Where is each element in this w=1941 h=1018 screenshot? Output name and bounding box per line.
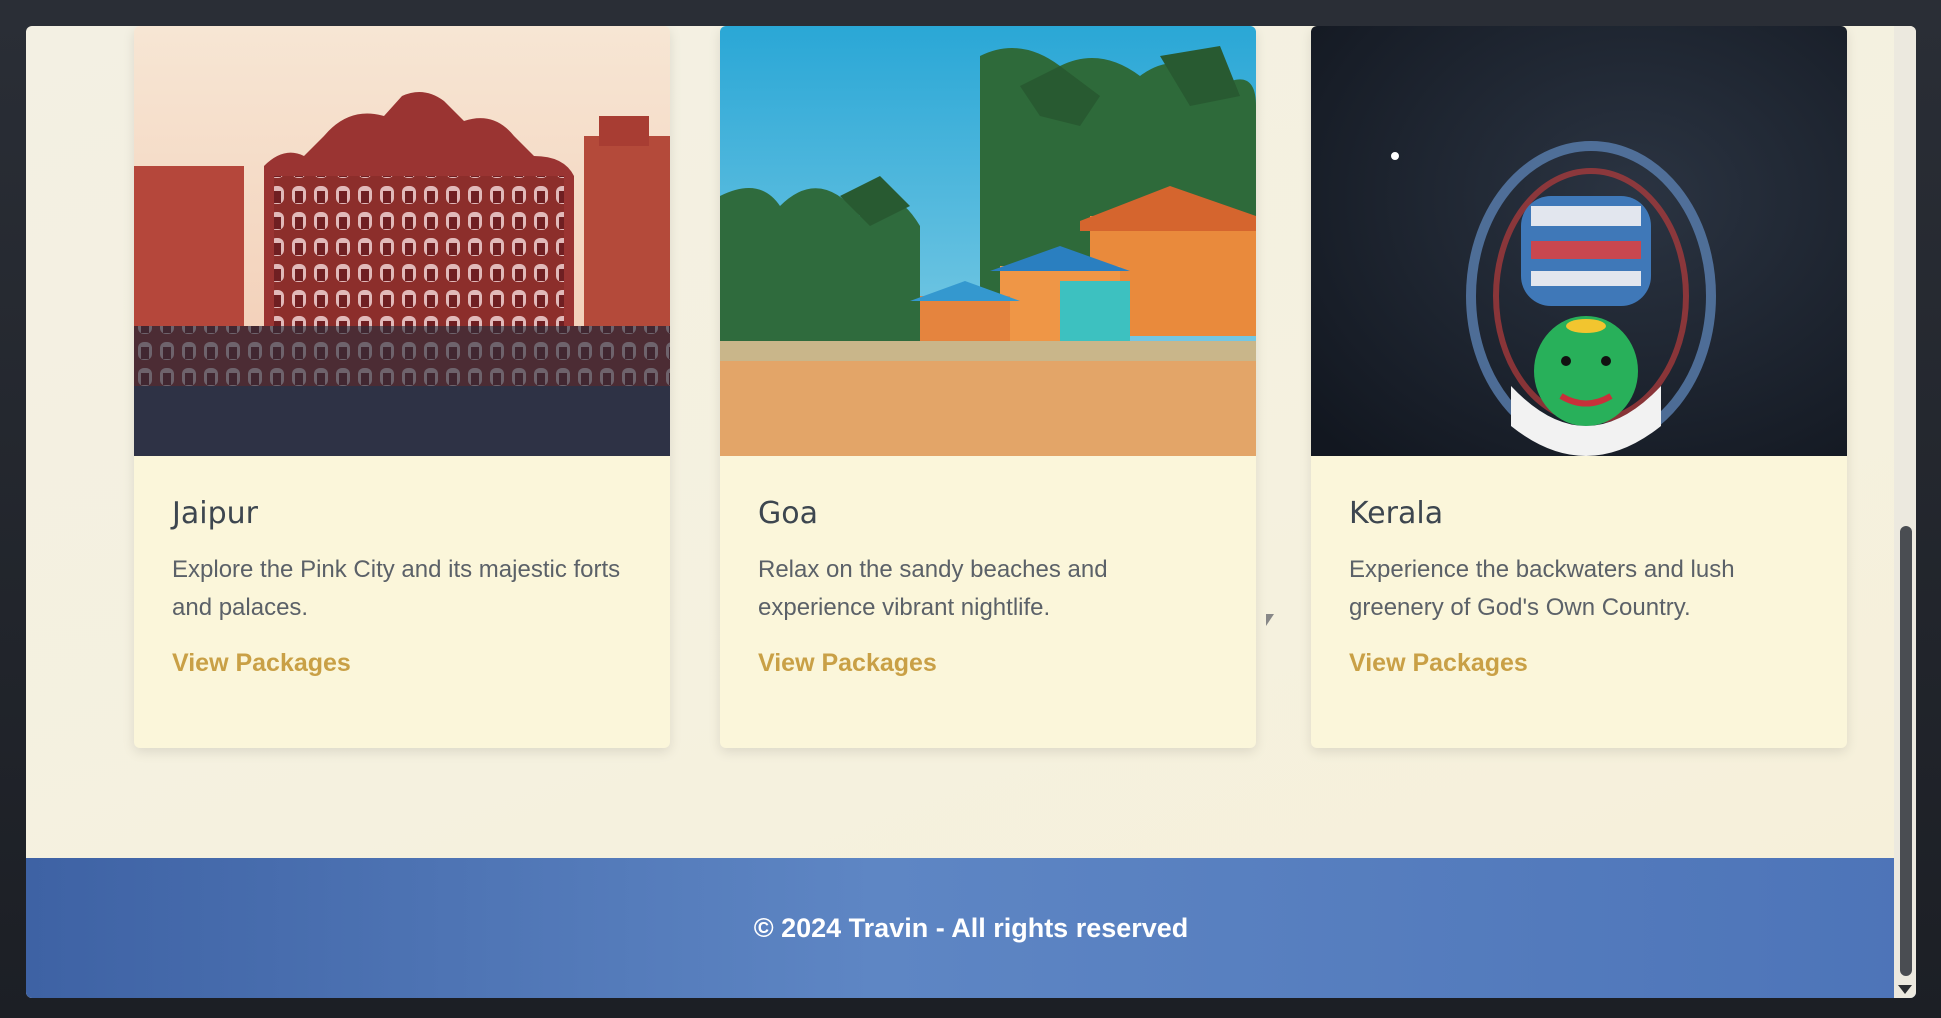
goa-beach-image (720, 26, 1256, 456)
card-description: Experience the backwaters and lush green… (1349, 556, 1735, 621)
card-title: Kerala (1349, 496, 1444, 531)
site-footer: © 2024 Travin - All rights reserved (26, 858, 1916, 998)
destination-card-kerala: Kerala Experience the backwaters and lus… (1311, 26, 1847, 748)
browser-viewport: Jaipur Explore the Pink City and its maj… (26, 26, 1916, 998)
scroll-down-arrow-icon[interactable] (1898, 985, 1912, 994)
scrollbar-thumb[interactable] (1900, 526, 1912, 976)
view-packages-link-jaipur[interactable]: View Packages (172, 649, 351, 678)
page-scrollbar[interactable] (1894, 26, 1916, 998)
view-packages-link-goa[interactable]: View Packages (758, 649, 937, 678)
card-title: Jaipur (172, 496, 258, 531)
destination-card-goa: Goa Relax on the sandy beaches and exper… (720, 26, 1256, 748)
card-title: Goa (758, 496, 818, 531)
screen: Jaipur Explore the Pink City and its maj… (0, 0, 1941, 1018)
kerala-kathakali-image (1311, 26, 1847, 456)
mouse-cursor-icon (1266, 614, 1274, 626)
copyright-text: © 2024 Travin - All rights reserved (753, 912, 1189, 943)
jaipur-palace-image (134, 26, 670, 456)
view-packages-link-kerala[interactable]: View Packages (1349, 649, 1528, 678)
destination-cards: Jaipur Explore the Pink City and its maj… (106, 26, 1847, 756)
card-description: Explore the Pink City and its majestic f… (172, 556, 621, 621)
destination-card-jaipur: Jaipur Explore the Pink City and its maj… (134, 26, 670, 748)
card-description: Relax on the sandy beaches and experienc… (758, 556, 1108, 621)
